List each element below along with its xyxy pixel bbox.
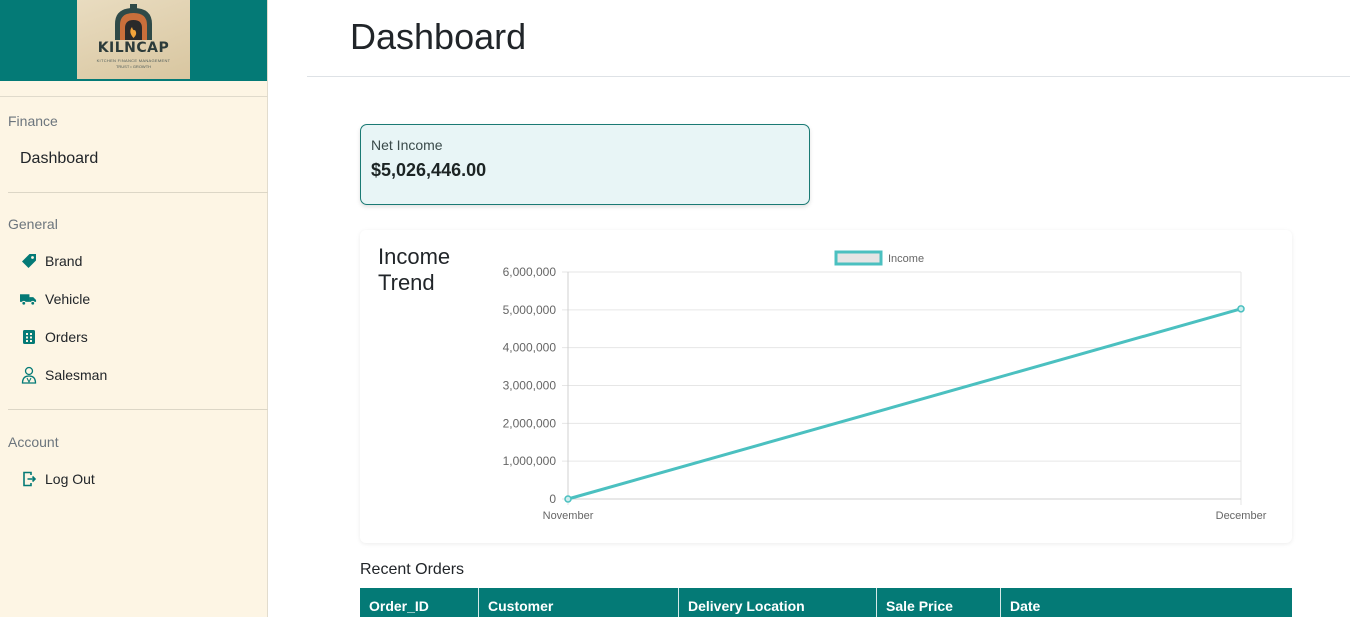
sidebar-item-dashboard[interactable]: Dashboard <box>20 150 98 168</box>
brand-logo[interactable]: KILNCAP KITCHEN FINANCE MANAGEMENT TRUST… <box>77 0 190 79</box>
x-tick-label: December <box>1216 510 1267 522</box>
column-header-order-id[interactable]: Order_ID <box>360 588 479 617</box>
sidebar-item-orders[interactable]: Orders <box>20 327 88 347</box>
divider <box>8 409 268 410</box>
section-title-general: General <box>8 216 58 232</box>
income-chart[interactable]: 0 1,000,000 2,000,000 3,000,000 4,000,000 5,0… <box>360 230 1292 543</box>
column-header-sale-price[interactable]: Sale Price <box>877 588 1001 617</box>
orders-table-header: Order_ID Customer Delivery Location Sale… <box>360 588 1292 617</box>
data-point <box>564 495 572 503</box>
data-point <box>1237 305 1245 313</box>
y-tick-label: 1,000,000 <box>503 454 557 468</box>
x-tick-label: November <box>543 510 594 522</box>
y-tick-label: 6,000,000 <box>503 265 557 279</box>
sidebar-item-label: Salesman <box>45 367 108 383</box>
sidebar-header: KILNCAP KITCHEN FINANCE MANAGEMENT TRUST… <box>0 0 267 81</box>
recent-orders-title: Recent Orders <box>360 561 465 578</box>
sidebar-item-label: Log Out <box>45 471 95 487</box>
sidebar-item-logout[interactable]: Log Out <box>20 469 95 489</box>
logo-subtext: KITCHEN FINANCE MANAGEMENT <box>96 58 171 63</box>
sidebar-item-salesman[interactable]: Salesman <box>20 365 107 385</box>
kiln-icon <box>115 4 152 40</box>
net-income-value: $5,026,446.00 <box>371 160 487 180</box>
logout-icon <box>20 471 37 488</box>
sidebar: KILNCAP KITCHEN FINANCE MANAGEMENT TRUST… <box>0 0 268 617</box>
column-header-date[interactable]: Date <box>1001 588 1292 617</box>
column-header-delivery-location[interactable]: Delivery Location <box>679 588 877 617</box>
logo-text: KILNCAP <box>97 40 170 56</box>
y-tick-label: 0 <box>549 492 556 506</box>
sidebar-item-label: Brand <box>45 253 83 269</box>
person-icon <box>20 366 37 384</box>
divider <box>307 76 1350 77</box>
sidebar-item-label: Vehicle <box>45 291 91 307</box>
y-tick-label: 4,000,000 <box>503 341 557 355</box>
truck-icon <box>20 291 37 308</box>
y-tick-label: 3,000,000 <box>503 379 557 393</box>
section-title-account: Account <box>8 434 59 450</box>
tag-icon <box>20 253 37 270</box>
sidebar-item-label: Orders <box>45 329 88 345</box>
sidebar-item-brand[interactable]: Brand <box>20 251 82 271</box>
sidebar-item-vehicle[interactable]: Vehicle <box>20 289 90 309</box>
legend-label: Income <box>888 253 924 265</box>
list-icon <box>20 329 37 346</box>
divider <box>8 192 268 193</box>
y-tick-label: 5,000,000 <box>503 303 557 317</box>
legend-swatch <box>834 250 883 266</box>
y-tick-label: 2,000,000 <box>503 416 557 430</box>
series-line <box>567 307 1242 501</box>
section-title-finance: Finance <box>8 113 58 129</box>
logo-tagline: TRUST • GROWTH <box>115 64 152 69</box>
income-trend-card: Income Trend 0 1,000,000 2,000,000 3,000,00… <box>360 230 1292 543</box>
page-title: Dashboard <box>350 16 527 57</box>
net-income-label: Net Income <box>371 137 443 153</box>
divider <box>0 96 268 97</box>
column-header-customer[interactable]: Customer <box>479 588 679 617</box>
net-income-card: Net Income $5,026,446.00 <box>360 124 810 205</box>
